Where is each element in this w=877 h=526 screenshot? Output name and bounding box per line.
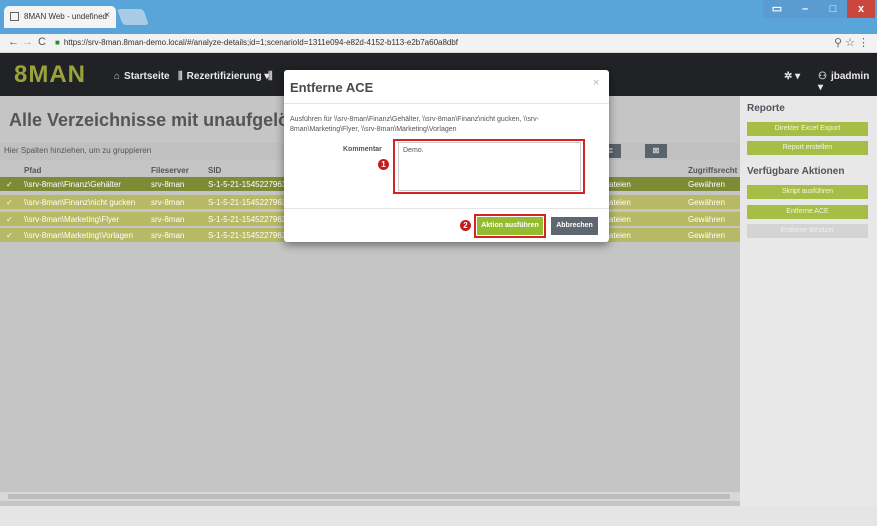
close-icon[interactable]: ×: [593, 77, 599, 89]
cell-right: Gewähren: [688, 198, 725, 207]
cell-sid: S-1-5-21-1545227963-2: [208, 198, 294, 207]
settings-menu[interactable]: ✲ ▾: [784, 71, 800, 82]
col-path[interactable]: Pfad: [24, 166, 41, 175]
nav-home-label: Startseite: [124, 71, 170, 82]
excel-export-button[interactable]: Direkter Excel Export: [747, 122, 868, 136]
cell-server: srv-8man: [151, 231, 185, 240]
col-fileserver[interactable]: Fileserver: [151, 166, 189, 175]
close-window-icon[interactable]: x: [847, 0, 875, 18]
filter-clear-button[interactable]: ⊠: [645, 144, 667, 158]
remove-ace-button[interactable]: Entferne ACE: [747, 205, 868, 219]
available-actions-heading: Verfügbare Aktionen: [747, 166, 845, 177]
new-tab-button[interactable]: [117, 9, 149, 25]
step-marker: 2: [460, 220, 471, 231]
app-logo[interactable]: 8MAN: [14, 61, 86, 89]
url-field[interactable]: ■ https://srv-8man.8man-demo.local/#/anal…: [55, 38, 458, 47]
cell-server: srv-8man: [151, 215, 185, 224]
nav-home[interactable]: ⌂ Startseite: [114, 71, 170, 82]
remove-owner-button: Entferne Besitzer: [747, 224, 868, 238]
run-script-button[interactable]: Skript ausführen: [747, 185, 868, 199]
user-menu[interactable]: ⚇ jbadmin ▾: [818, 71, 877, 93]
cell-type: ateien: [609, 215, 631, 224]
row-check-icon[interactable]: ✓: [6, 215, 13, 224]
reports-heading: Reporte: [747, 103, 785, 114]
user-icon: ⚇: [818, 71, 827, 82]
lock-icon: ■: [55, 38, 60, 47]
home-icon: ⌂: [114, 71, 121, 82]
cell-type: ateien: [609, 180, 631, 189]
tab-title: 8MAN Web - undefined: [24, 12, 108, 21]
step-marker: 1: [378, 159, 389, 170]
cell-type: ateien: [609, 231, 631, 240]
cell-server: srv-8man: [151, 198, 185, 207]
cell-sid: S-1-5-21-1545227963-2: [208, 215, 294, 224]
maximize-icon[interactable]: □: [819, 0, 847, 18]
bars-icon: ⫼: [178, 71, 183, 82]
nav-recert-label: Rezertifizierung ▾: [186, 71, 270, 82]
create-report-button[interactable]: Report erstellen: [747, 141, 868, 155]
actions-sidebar: [740, 96, 877, 506]
cell-path: \\srv-8man\Marketing\Flyer: [24, 215, 120, 224]
cell-path: \\srv-8man\Finanz\Gehälter: [24, 180, 121, 189]
dialog-divider: [284, 103, 609, 104]
dialog-divider: [284, 208, 609, 209]
cell-right: Gewähren: [688, 231, 725, 240]
window-controls: ▭ – □ x: [763, 0, 875, 20]
address-bar: ← → C ■ https://srv-8man.8man-demo.local/…: [0, 34, 877, 53]
cell-path: \\srv-8man\Finanz\nicht gucken: [24, 198, 136, 207]
url-text: https://srv-8man.8man-demo.local/#/analy…: [63, 38, 459, 47]
page-footer: [0, 506, 877, 526]
bars-icon: ⫼: [268, 71, 273, 82]
browser-toolbar-icons[interactable]: ⚲ ☆ ⋮: [834, 36, 869, 49]
cell-type: ateien: [609, 198, 631, 207]
tab-close-icon[interactable]: ×: [104, 10, 110, 21]
cell-sid: S-1-5-21-1545227963-2: [208, 231, 294, 240]
comment-textarea[interactable]: Demo.: [398, 142, 581, 191]
cell-path: \\srv-8man\Marketing\Vorlagen: [24, 231, 133, 240]
dialog-title: Entferne ACE: [290, 80, 374, 95]
back-icon[interactable]: ←: [8, 36, 19, 48]
minimize-icon[interactable]: –: [791, 0, 819, 18]
cell-right: Gewähren: [688, 180, 725, 189]
reload-icon[interactable]: C: [38, 36, 46, 48]
cancel-button[interactable]: Abbrechen: [551, 217, 598, 235]
scrollbar-thumb[interactable]: [8, 494, 730, 499]
cell-server: srv-8man: [151, 180, 185, 189]
execute-action-button[interactable]: Aktion ausführen: [477, 217, 543, 235]
nav-recertification[interactable]: ⫼ Rezertifizierung ▾: [178, 71, 269, 82]
dialog-description: Ausführen für \\srv-8man\Finanz\Gehälter…: [290, 116, 539, 133]
row-check-icon[interactable]: ✓: [6, 180, 13, 189]
row-check-icon[interactable]: ✓: [6, 198, 13, 207]
row-check-icon[interactable]: ✓: [6, 231, 13, 240]
restore-icon[interactable]: ▭: [763, 0, 791, 18]
col-access-right[interactable]: Zugriffsrecht: [688, 166, 737, 175]
page-icon: [10, 12, 19, 21]
comment-label: Kommentar: [343, 146, 382, 153]
browser-tab[interactable]: 8MAN Web - undefined ×: [4, 6, 116, 28]
col-sid[interactable]: SID: [208, 166, 221, 175]
cell-right: Gewähren: [688, 215, 725, 224]
forward-icon[interactable]: →: [22, 36, 33, 48]
cell-sid: S-1-5-21-1545227963-2: [208, 180, 294, 189]
nav-more[interactable]: ⫼: [268, 71, 277, 82]
